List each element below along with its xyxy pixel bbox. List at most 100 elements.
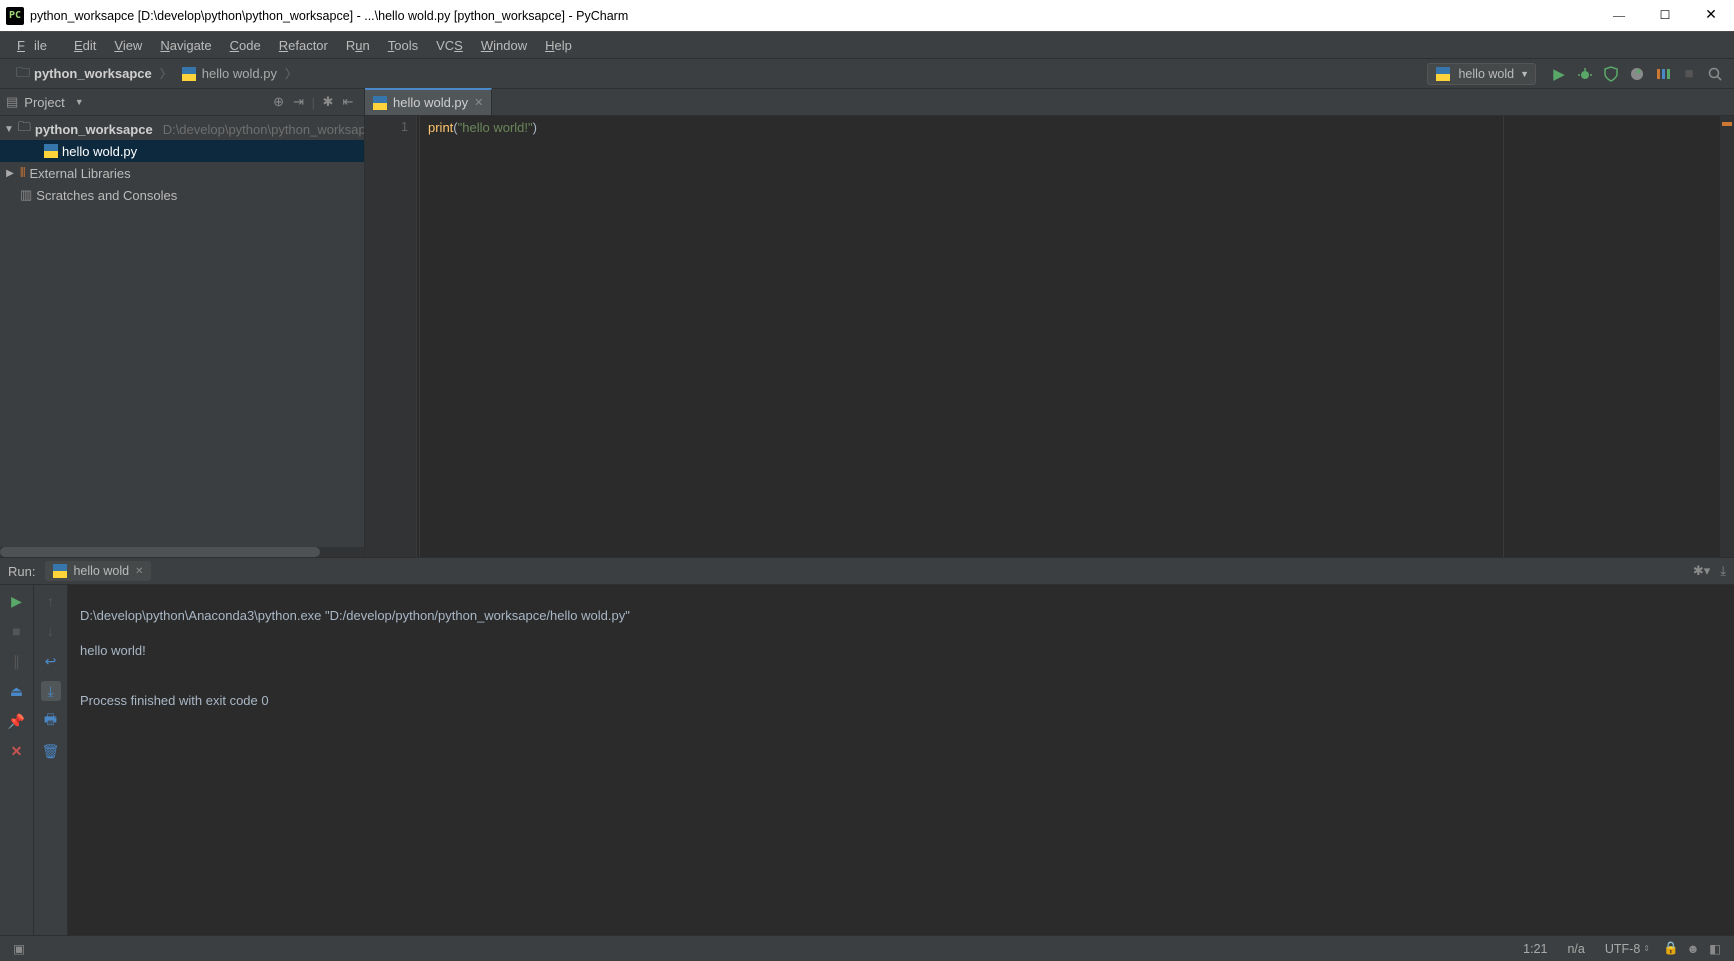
pause-run-button[interactable]: ∥ <box>7 651 27 671</box>
console-command-line: D:\develop\python\Anaconda3\python.exe "… <box>80 606 1722 626</box>
hide-button[interactable]: ⇤ <box>338 94 358 110</box>
editor-error-stripe[interactable] <box>1720 116 1734 557</box>
run-hide-button[interactable]: ⤓ <box>1720 563 1726 579</box>
menu-navigate[interactable]: Navigate <box>151 32 220 59</box>
status-caret-position[interactable]: 1:21 <box>1513 942 1557 956</box>
gutter: 1 <box>365 116 417 557</box>
status-encoding-selector[interactable]: UTF-8 ⇕ <box>1595 942 1660 956</box>
tree-scratches-label: Scratches and Consoles <box>36 188 177 203</box>
code-token-fn: print <box>428 120 453 135</box>
exit-button[interactable]: ⏏ <box>7 681 27 701</box>
tree-external-label: External Libraries <box>29 166 130 181</box>
collapse-all-button[interactable]: ⇥ <box>289 94 309 110</box>
run-button[interactable]: ▶ <box>1547 62 1571 86</box>
window-title: python_worksapce [D:\develop\python\pyth… <box>30 9 628 23</box>
print-button[interactable]: 🖶 <box>41 711 61 731</box>
menu-edit[interactable]: Edit <box>65 32 105 59</box>
close-run-tab-button[interactable]: ✕ <box>135 566 143 577</box>
menu-code[interactable]: Code <box>221 32 270 59</box>
tool-windows-button[interactable]: ▣ <box>8 941 30 956</box>
editor-tab-bar: hello wold.py ✕ <box>365 89 1734 116</box>
code-token-string: "hello world!" <box>458 120 533 135</box>
project-tree[interactable]: ▼ 🗀 python_worksapce D:\develop\python\p… <box>0 116 364 557</box>
breadcrumb-file-label: hello wold.py <box>202 66 277 81</box>
pycharm-logo-icon: PC <box>6 7 24 25</box>
menu-file[interactable]: File <box>8 32 65 59</box>
editor-area: hello wold.py ✕ 1 print("hello world!") <box>365 89 1734 557</box>
concurrency-button[interactable] <box>1651 62 1675 86</box>
soft-wrap-button[interactable]: ↩ <box>41 651 61 671</box>
scratches-icon: ▥ <box>20 187 32 203</box>
close-tab-button[interactable]: ✕ <box>474 96 483 109</box>
library-icon: ⫴ <box>20 165 25 181</box>
profiler-button[interactable] <box>1625 62 1649 86</box>
menu-help[interactable]: Help <box>536 32 581 59</box>
window-maximize-button[interactable]: ☐ <box>1642 0 1688 32</box>
project-tree-scrollbar[interactable] <box>0 547 364 557</box>
settings-button[interactable]: ✱ <box>318 94 338 110</box>
run-config-tab-label: hello wold <box>73 564 129 578</box>
python-file-icon <box>373 96 387 110</box>
project-view-icon: ▤ <box>6 94 18 110</box>
run-console-output[interactable]: D:\develop\python\Anaconda3\python.exe "… <box>68 585 1734 935</box>
menu-vcs[interactable]: VCS <box>427 32 472 59</box>
status-bar: ▣ 1:21 n/a UTF-8 ⇕ 🔒 ☻ ◧ <box>0 935 1734 961</box>
readonly-toggle-button[interactable]: 🔒 <box>1660 941 1682 956</box>
menu-window[interactable]: Window <box>472 32 536 59</box>
window-minimize-button[interactable]: — <box>1596 0 1642 32</box>
inspection-profile-button[interactable]: ☻ <box>1682 942 1704 956</box>
search-everywhere-button[interactable] <box>1703 62 1727 86</box>
run-settings-button[interactable]: ✱▾ <box>1693 563 1710 579</box>
menu-bar: File Edit View Navigate Code Refactor Ru… <box>0 32 1734 59</box>
scroll-to-end-button[interactable]: ⤓ <box>41 681 61 701</box>
project-panel-title[interactable]: Project <box>24 95 64 110</box>
console-output-line: hello world! <box>80 641 1722 661</box>
status-encoding: UTF-8 <box>1605 942 1640 956</box>
console-exit-line: Process finished with exit code 0 <box>80 691 1722 711</box>
up-stack-button[interactable]: ↑ <box>41 591 61 611</box>
tree-root-label: python_worksapce <box>35 122 153 137</box>
run-config-tab[interactable]: hello wold ✕ <box>45 561 151 581</box>
debug-button[interactable] <box>1573 62 1597 86</box>
menu-run[interactable]: Run <box>337 32 379 59</box>
chevron-down-icon[interactable]: ▼ <box>75 97 84 107</box>
code-editor[interactable]: 1 print("hello world!") <box>365 116 1734 557</box>
chevron-right-icon[interactable]: ▶ <box>4 168 16 179</box>
chevron-down-icon[interactable]: ▼ <box>4 124 14 135</box>
chevron-right-icon: 〉 <box>158 65 174 82</box>
right-margin-guide <box>1503 116 1504 557</box>
locate-file-button[interactable]: ⊕ <box>269 94 289 110</box>
tree-root-path: D:\develop\python\python_worksapce <box>163 122 364 137</box>
stop-button[interactable]: ■ <box>1677 62 1701 86</box>
close-run-button[interactable]: ✕ <box>7 741 27 761</box>
breadcrumb-project-label: python_worksapce <box>34 66 152 81</box>
tree-scratches[interactable]: ▥ Scratches and Consoles <box>0 184 364 206</box>
menu-tools[interactable]: Tools <box>379 32 427 59</box>
warning-marker-icon[interactable] <box>1722 122 1732 126</box>
status-context[interactable]: n/a <box>1557 942 1594 956</box>
breadcrumb-file[interactable]: hello wold.py <box>174 66 283 81</box>
chevron-right-icon: 〉 <box>283 65 299 82</box>
pin-button[interactable]: 📌 <box>7 711 27 731</box>
run-toolbar-secondary: ↑ ↓ ↩ ⤓ 🖶 🗑 <box>34 585 68 935</box>
rerun-button[interactable]: ▶ <box>7 591 27 611</box>
python-file-icon <box>180 67 198 81</box>
tree-root[interactable]: ▼ 🗀 python_worksapce D:\develop\python\p… <box>0 118 364 140</box>
title-bar: PC python_worksapce [D:\develop\python\p… <box>0 0 1734 32</box>
breadcrumb-project[interactable]: 🗀 python_worksapce <box>10 62 158 86</box>
tree-external-libraries[interactable]: ▶ ⫴ External Libraries <box>0 162 364 184</box>
line-number: 1 <box>365 120 408 134</box>
memory-indicator-button[interactable]: ◧ <box>1704 941 1726 956</box>
run-config-selector[interactable]: hello wold ▼ <box>1427 63 1536 85</box>
down-stack-button[interactable]: ↓ <box>41 621 61 641</box>
menu-view[interactable]: View <box>105 32 151 59</box>
menu-refactor[interactable]: Refactor <box>270 32 337 59</box>
coverage-button[interactable] <box>1599 62 1623 86</box>
folder-icon: 🗀 <box>16 62 30 86</box>
stop-run-button[interactable]: ■ <box>7 621 27 641</box>
clear-all-button[interactable]: 🗑 <box>41 741 61 761</box>
tree-file-hello-wold[interactable]: hello wold.py <box>0 140 364 162</box>
window-close-button[interactable]: ✕ <box>1688 0 1734 32</box>
editor-tab-hello-wold[interactable]: hello wold.py ✕ <box>365 88 492 115</box>
chevron-down-icon: ▼ <box>1520 69 1529 79</box>
